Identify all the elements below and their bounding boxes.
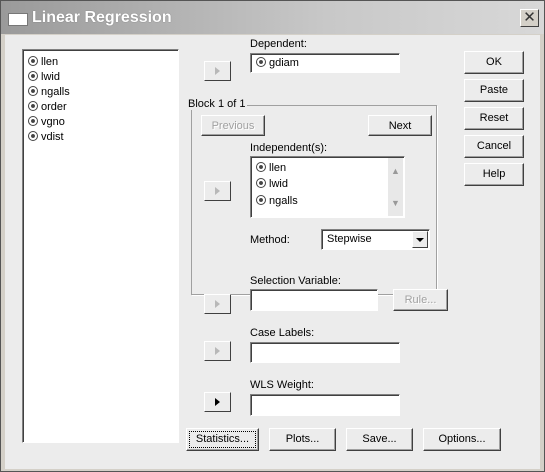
list-item[interactable]: vgno — [28, 116, 65, 128]
list-item[interactable]: llen — [256, 162, 286, 174]
dependent-transfer-button[interactable] — [204, 61, 231, 81]
save-button[interactable]: Save... — [346, 428, 413, 451]
scroll-down-icon[interactable]: ▼ — [388, 196, 403, 211]
reset-button[interactable]: Reset — [464, 107, 524, 130]
list-item[interactable]: vdist — [28, 131, 64, 143]
plots-button[interactable]: Plots... — [269, 428, 336, 451]
paste-button[interactable]: Paste — [464, 79, 524, 102]
scale-variable-icon — [256, 162, 266, 172]
wls-weight-transfer-button[interactable] — [204, 392, 231, 412]
ok-button[interactable]: OK — [464, 51, 524, 74]
scale-variable-icon — [28, 56, 38, 66]
method-select[interactable]: Stepwise — [321, 229, 430, 250]
scale-variable-icon — [256, 195, 266, 205]
title-bar: Linear Regression ✕ — [1, 1, 544, 34]
scale-variable-icon — [256, 178, 266, 188]
selection-variable-transfer-button[interactable] — [204, 294, 231, 314]
list-item[interactable]: ngalls — [28, 86, 70, 98]
transfer-arrow-icon — [215, 300, 220, 308]
close-button[interactable]: ✕ — [520, 9, 539, 27]
transfer-arrow-icon — [215, 398, 220, 406]
transfer-arrow-icon — [215, 187, 220, 195]
method-label: Method: — [250, 234, 290, 246]
case-labels-field[interactable] — [250, 342, 400, 363]
independents-transfer-button[interactable] — [204, 181, 231, 201]
source-variable-list[interactable]: llen lwid ngalls order vgno vdist — [22, 49, 179, 443]
list-item[interactable]: lwid — [28, 71, 60, 83]
wls-weight-field[interactable] — [250, 394, 400, 416]
list-item[interactable]: llen — [28, 56, 58, 68]
independents-label: Independent(s): — [250, 142, 328, 154]
window-icon — [8, 13, 28, 26]
list-item[interactable]: order — [28, 101, 67, 113]
help-button[interactable]: Help — [464, 163, 524, 186]
dialog-body: llen lwid ngalls order vgno vdist Depend… — [5, 35, 540, 469]
wls-weight-label: WLS Weight: — [250, 379, 314, 391]
scale-variable-icon — [28, 86, 38, 96]
dependent-label: Dependent: — [250, 38, 307, 50]
transfer-arrow-icon — [215, 67, 220, 75]
dependent-variable: gdiam — [256, 57, 299, 69]
window-title: Linear Regression — [32, 9, 172, 26]
case-labels-transfer-button[interactable] — [204, 341, 231, 361]
scroll-up-icon[interactable]: ▲ — [388, 164, 403, 179]
statistics-button[interactable]: Statistics... — [186, 428, 259, 451]
rule-button[interactable]: Rule... — [393, 289, 448, 311]
scale-variable-icon — [28, 116, 38, 126]
chevron-down-icon[interactable] — [412, 231, 428, 248]
transfer-arrow-icon — [215, 347, 220, 355]
scale-variable-icon — [256, 57, 266, 67]
independents-scrollbar[interactable]: ▲ ▼ — [388, 158, 403, 216]
next-button[interactable]: Next — [368, 115, 432, 136]
block-title: Block 1 of 1 — [186, 98, 248, 110]
cancel-button[interactable]: Cancel — [464, 135, 524, 158]
method-value: Stepwise — [327, 233, 372, 245]
dependent-field[interactable]: gdiam — [250, 53, 400, 73]
case-labels-label: Case Labels: — [250, 327, 315, 339]
previous-button[interactable]: Previous — [201, 115, 265, 136]
scale-variable-icon — [28, 101, 38, 111]
list-item[interactable]: ngalls — [256, 195, 298, 207]
selection-variable-label: Selection Variable: — [250, 275, 341, 287]
options-button[interactable]: Options... — [423, 428, 501, 451]
scale-variable-icon — [28, 131, 38, 141]
selection-variable-field[interactable] — [250, 289, 378, 311]
list-item[interactable]: lwid — [256, 178, 288, 190]
scale-variable-icon — [28, 71, 38, 81]
independents-list[interactable]: llen lwid ngalls ▲ ▼ — [250, 156, 405, 218]
linear-regression-dialog: Linear Regression ✕ llen lwid ngalls ord… — [0, 0, 545, 472]
